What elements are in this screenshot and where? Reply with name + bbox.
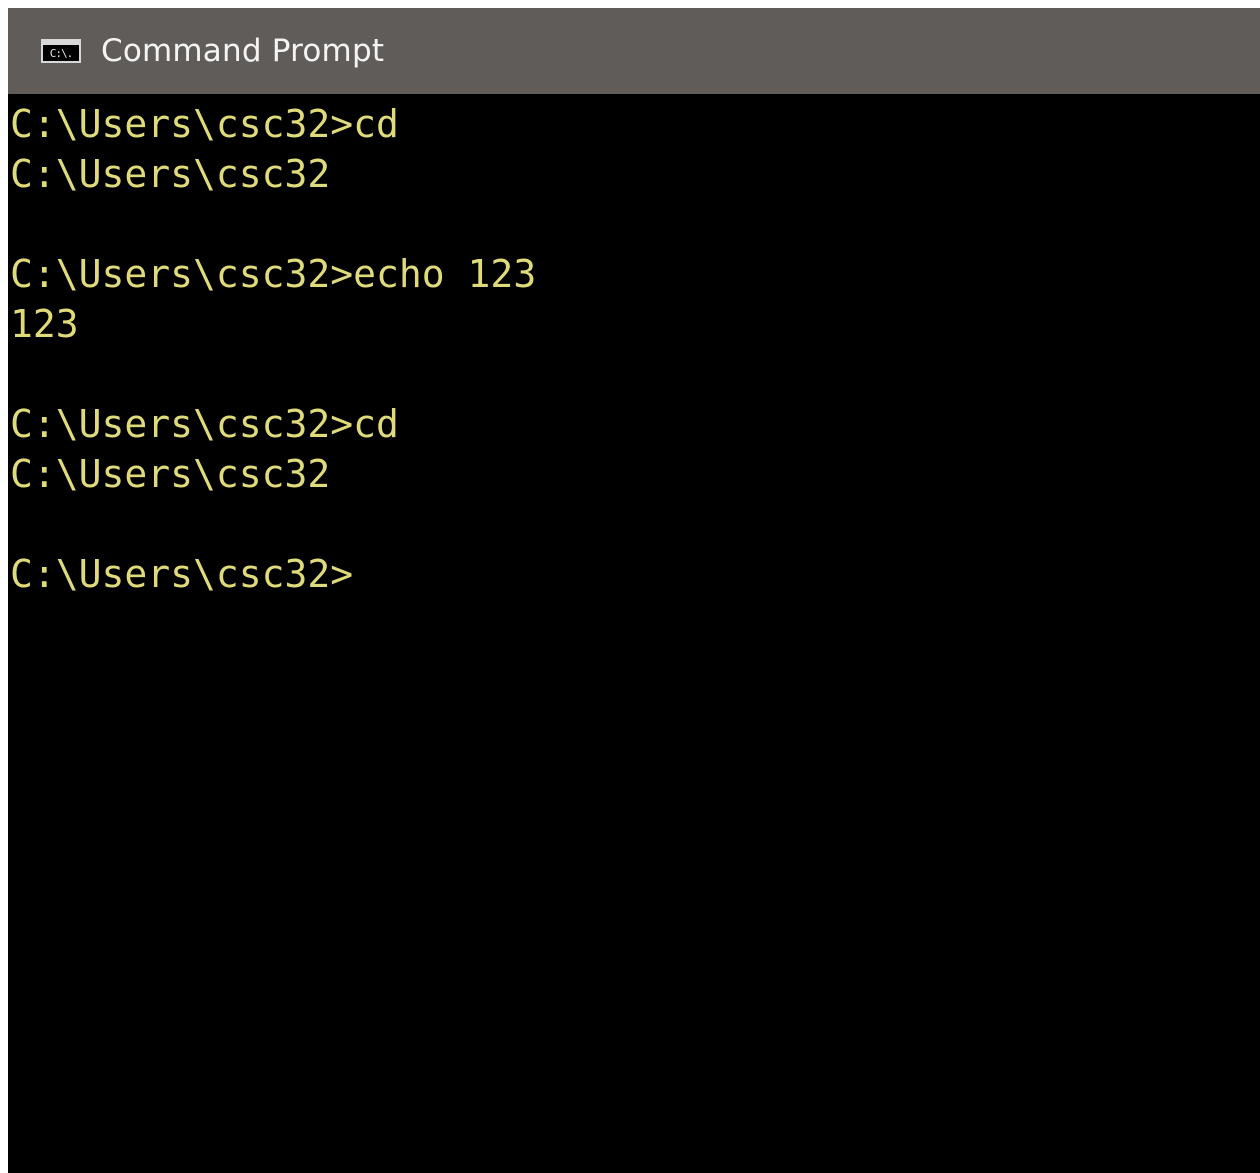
console-line: C:\Users\csc32: [10, 152, 331, 196]
console-line: C:\Users\csc32>cd: [10, 102, 399, 146]
command-prompt-window: C:\. Command Prompt C:\Users\csc32>cd C:…: [8, 8, 1260, 1173]
cmd-console-icon: C:\.: [41, 39, 81, 63]
console-line: C:\Users\csc32: [10, 452, 331, 496]
window-title: Command Prompt: [101, 33, 385, 69]
title-bar[interactable]: C:\. Command Prompt: [8, 8, 1260, 94]
console-line: C:\Users\csc32>cd: [10, 402, 399, 446]
console-line: C:\Users\csc32>echo 123: [10, 252, 537, 296]
console-line: 123: [10, 302, 79, 346]
console-prompt-line[interactable]: C:\Users\csc32>: [10, 549, 1260, 599]
console-output[interactable]: C:\Users\csc32>cd C:\Users\csc32 C:\User…: [8, 99, 1260, 1173]
cmd-icon-glyph: C:\.: [49, 47, 73, 60]
